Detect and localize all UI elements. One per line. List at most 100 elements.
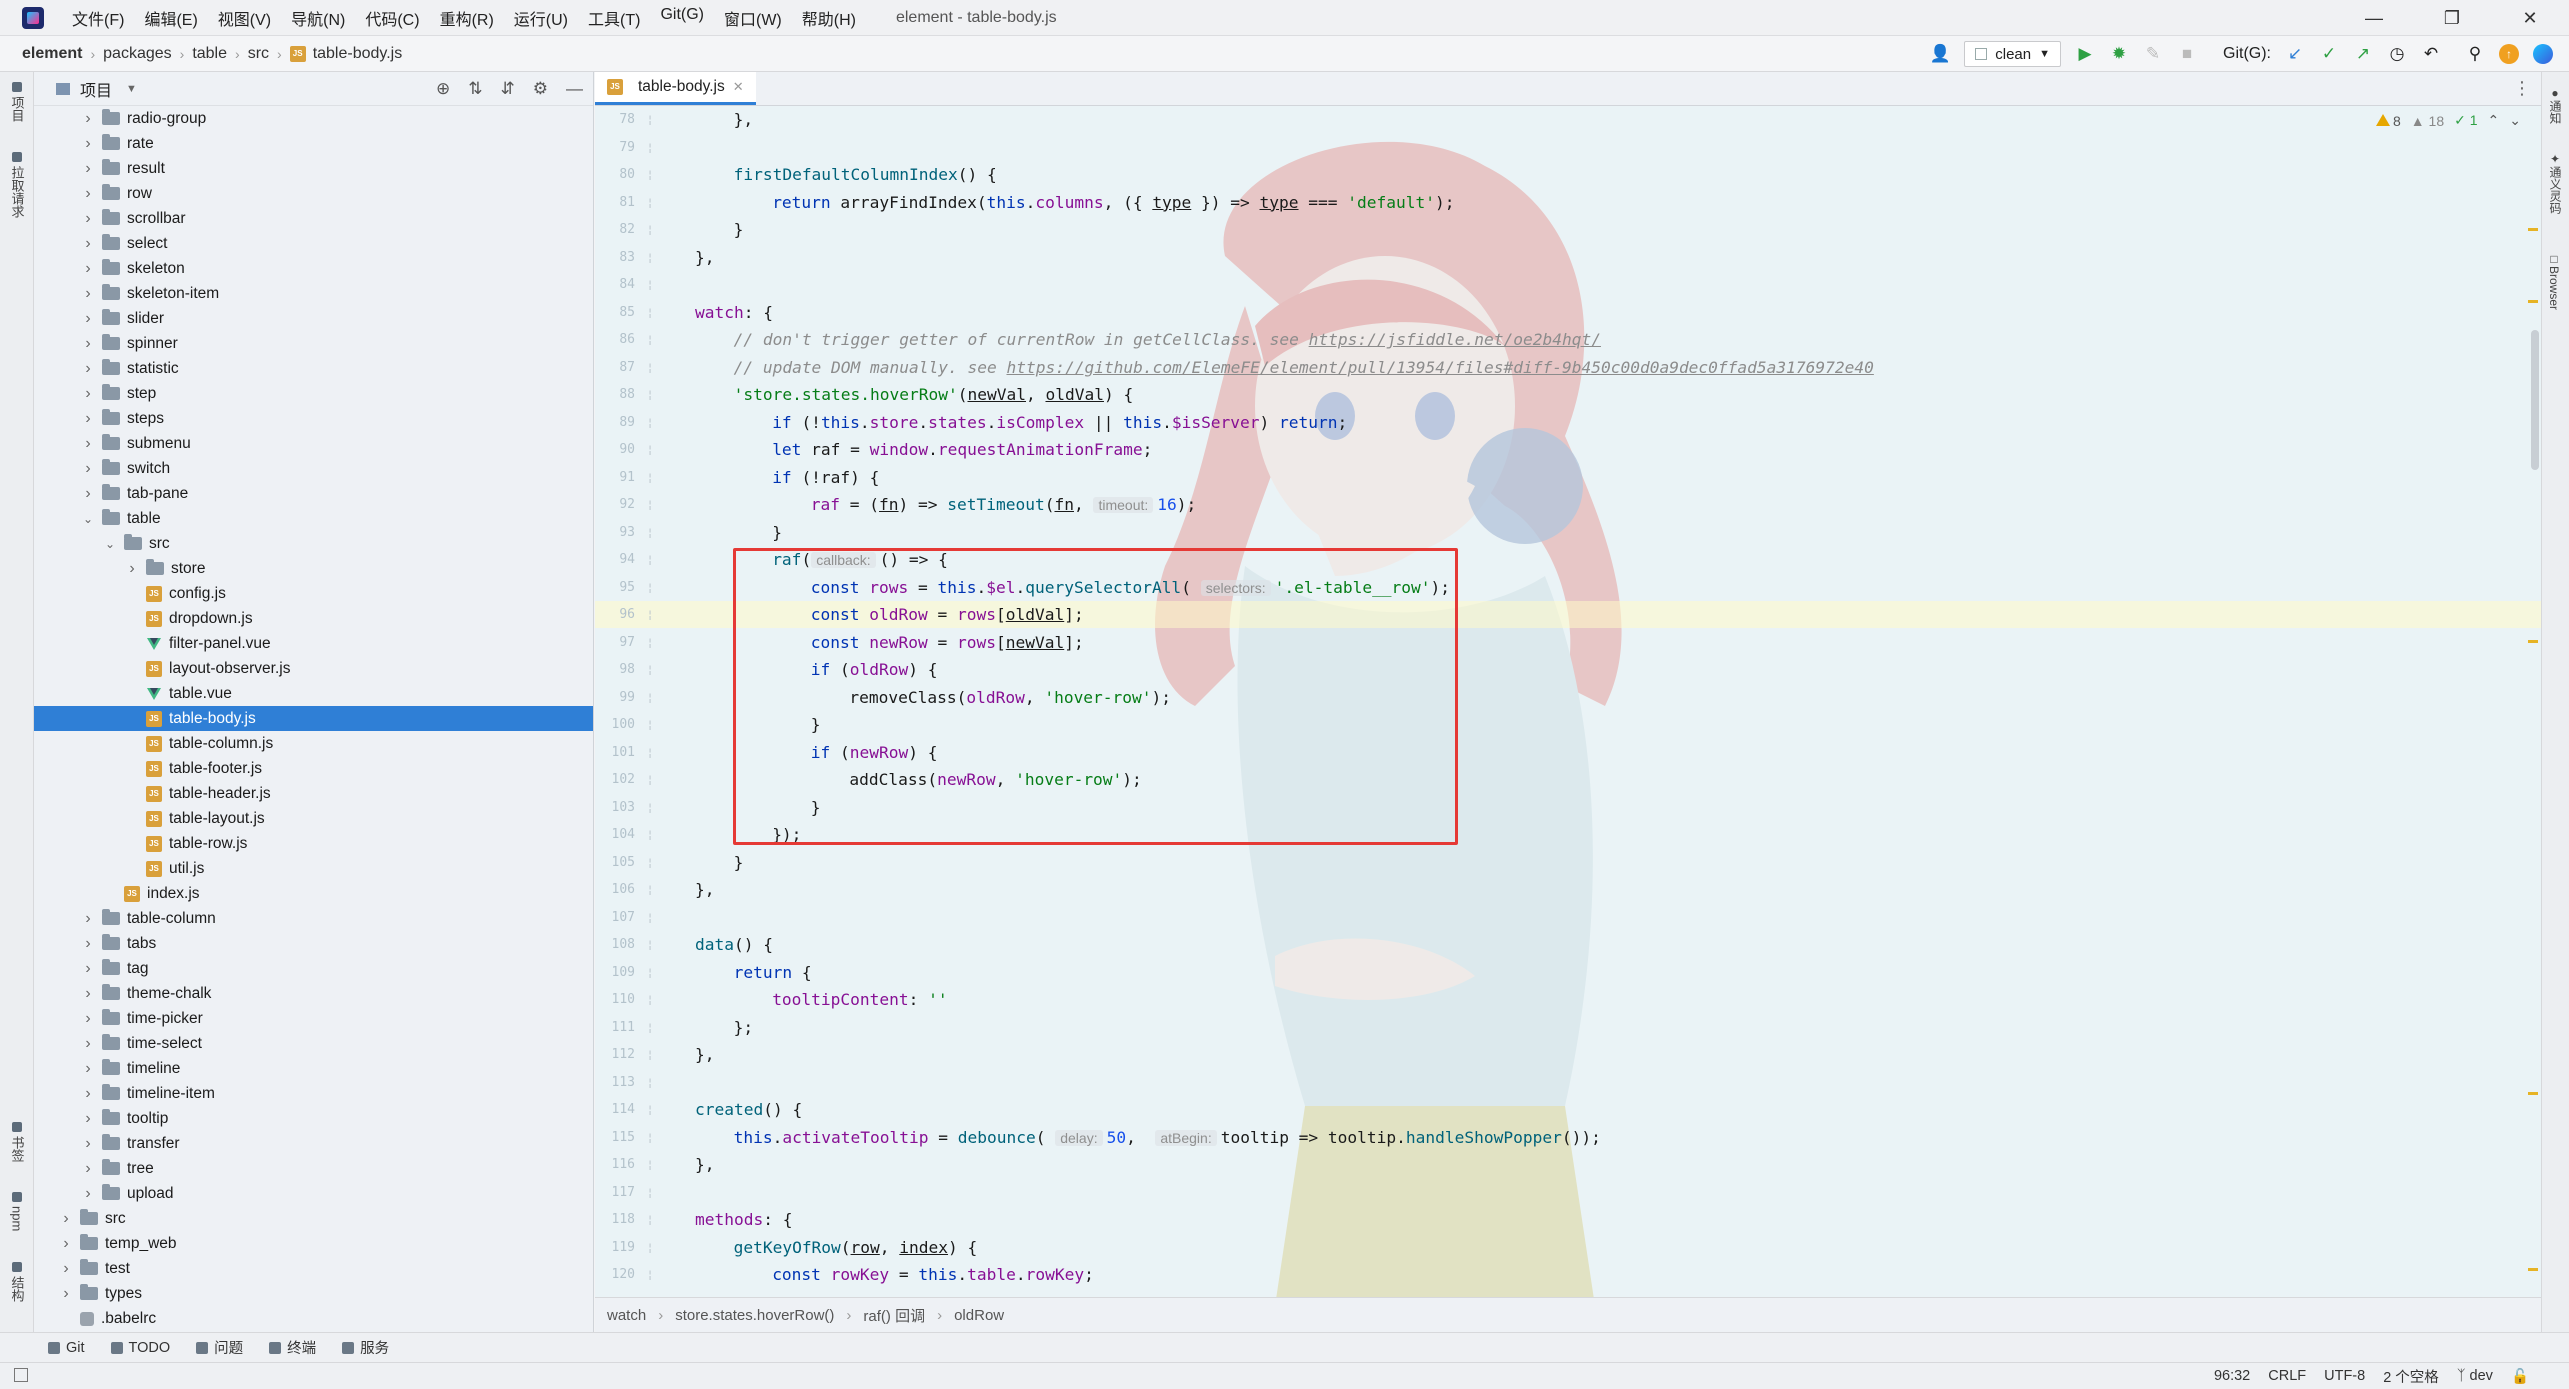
tree-item[interactable]: › upload	[34, 1181, 593, 1206]
project-tool-button[interactable]: 项目	[4, 82, 30, 122]
fold-gutter[interactable]: ¦	[635, 746, 665, 759]
bottom-tool-services[interactable]: 服务	[342, 1337, 389, 1358]
git-branch[interactable]: ᛉ dev	[2457, 1368, 2493, 1384]
fold-gutter[interactable]: ¦	[635, 416, 665, 429]
fold-gutter[interactable]: ¦	[635, 993, 665, 1006]
update-icon[interactable]: ↑	[2499, 44, 2519, 64]
close-tab-icon[interactable]: ✕	[733, 79, 744, 95]
fold-gutter[interactable]: ¦	[635, 223, 665, 236]
tree-item[interactable]: › step	[34, 381, 593, 406]
tree-item[interactable]: › row	[34, 181, 593, 206]
chevron-right-icon[interactable]: ›	[80, 1160, 96, 1178]
breadcrumb-item[interactable]: table	[192, 45, 227, 63]
line-number[interactable]: 98	[595, 662, 635, 677]
code-line[interactable]: 106 ¦},	[595, 876, 2541, 903]
fold-gutter[interactable]: ¦	[635, 168, 665, 181]
code-line[interactable]: 115 ¦ this.activateTooltip = debounce( del…	[595, 1124, 2541, 1151]
line-number[interactable]: 90	[595, 442, 635, 457]
fold-gutter[interactable]: ¦	[635, 443, 665, 456]
chevron-right-icon[interactable]: ›	[80, 1085, 96, 1103]
chevron-right-icon[interactable]: ›	[80, 285, 96, 303]
chevron-right-icon[interactable]: ›	[58, 1235, 74, 1253]
tree-item[interactable]: JS layout-observer.js	[34, 656, 593, 681]
error-stripe-mark[interactable]	[2528, 640, 2538, 643]
code-line[interactable]: 111 ¦};	[595, 1014, 2541, 1041]
line-number[interactable]: 107	[595, 910, 635, 925]
menu-item[interactable]: 运行(U)	[504, 6, 578, 30]
tree-item[interactable]: › tabs	[34, 931, 593, 956]
fold-gutter[interactable]: ¦	[635, 966, 665, 979]
code-line[interactable]: 109 ¦ return {	[595, 959, 2541, 986]
fold-gutter[interactable]: ¦	[635, 1048, 665, 1061]
editor-scrollbar[interactable]	[2531, 330, 2539, 470]
chevron-right-icon[interactable]: ›	[80, 1035, 96, 1053]
menu-item[interactable]: 工具(T)	[578, 6, 650, 30]
tree-item[interactable]: › src	[34, 1206, 593, 1231]
tree-item[interactable]: JS table-row.js	[34, 831, 593, 856]
chevron-right-icon[interactable]: ›	[58, 1285, 74, 1303]
line-number[interactable]: 115	[595, 1130, 635, 1145]
fold-gutter[interactable]: ¦	[635, 251, 665, 264]
git-commit-icon[interactable]: ✓	[2319, 44, 2339, 64]
menu-item[interactable]: 导航(N)	[281, 6, 355, 30]
tree-item[interactable]: › transfer	[34, 1131, 593, 1156]
line-number[interactable]: 113	[595, 1075, 635, 1090]
chevron-right-icon[interactable]: ›	[80, 360, 96, 378]
tree-item[interactable]: JS table-layout.js	[34, 806, 593, 831]
code-line[interactable]: 93 ¦}	[595, 519, 2541, 546]
notifications-tool-button[interactable]: ●通知	[2547, 86, 2564, 124]
fold-gutter[interactable]: ¦	[635, 196, 665, 209]
tree-item[interactable]: JS table-footer.js	[34, 756, 593, 781]
debug-icon[interactable]: ✹	[2109, 44, 2129, 64]
tree-item[interactable]: filter-panel.vue	[34, 631, 593, 656]
line-number[interactable]: 81	[595, 195, 635, 210]
line-number[interactable]: 106	[595, 882, 635, 897]
tree-item[interactable]: › store	[34, 556, 593, 581]
fold-gutter[interactable]: ¦	[635, 773, 665, 786]
fold-gutter[interactable]: ¦	[635, 1076, 665, 1089]
minimize-icon[interactable]: —	[2335, 0, 2413, 36]
tree-item[interactable]: › theme-chalk	[34, 981, 593, 1006]
chevron-right-icon[interactable]: ›	[124, 560, 140, 578]
gear-icon[interactable]: ⚙	[533, 79, 548, 99]
bottom-tool-terminal[interactable]: 终端	[269, 1337, 316, 1358]
layout-icon[interactable]	[14, 1368, 28, 1382]
chevron-right-icon[interactable]: ›	[58, 1210, 74, 1228]
bookmarks-tool-button[interactable]: 书签	[4, 1122, 30, 1162]
code-line[interactable]: 117 ¦	[595, 1179, 2541, 1206]
line-number[interactable]: 111	[595, 1020, 635, 1035]
tree-item[interactable]: › radio-group	[34, 106, 593, 131]
code-line[interactable]: 89 ¦ if (!this.store.states.isComplex || t…	[595, 409, 2541, 436]
line-number[interactable]: 99	[595, 690, 635, 705]
restore-icon[interactable]: ❐	[2413, 0, 2491, 36]
fold-gutter[interactable]: ¦	[635, 856, 665, 869]
locate-icon[interactable]: ⊕	[436, 79, 450, 99]
user-icon[interactable]: 👤	[1930, 44, 1951, 64]
ai-assistant-tool-button[interactable]: ✦通义灵码	[2547, 152, 2564, 214]
fold-gutter[interactable]: ¦	[635, 1103, 665, 1116]
line-number[interactable]: 120	[595, 1267, 635, 1282]
collapse-all-icon[interactable]: ⇵	[501, 79, 515, 99]
browser-tool-button[interactable]: □Browser	[2547, 252, 2561, 310]
code-line[interactable]: 88 ¦'store.states.hoverRow'(newVal, oldVa…	[595, 381, 2541, 408]
tab-table-body-js[interactable]: JS table-body.js ✕	[595, 72, 756, 105]
menu-item[interactable]: 视图(V)	[208, 6, 281, 30]
fold-gutter[interactable]: ¦	[635, 1268, 665, 1281]
line-number[interactable]: 85	[595, 305, 635, 320]
menu-item[interactable]: 编辑(E)	[134, 6, 207, 30]
code-line[interactable]: 110 ¦ tooltipContent: ''	[595, 986, 2541, 1013]
chevron-right-icon[interactable]: ›	[58, 1260, 74, 1278]
ide-logo-icon[interactable]	[2533, 44, 2553, 64]
code-line[interactable]: 105 ¦}	[595, 849, 2541, 876]
fold-gutter[interactable]: ¦	[635, 718, 665, 731]
error-stripe-mark[interactable]	[2528, 1092, 2538, 1095]
line-number[interactable]: 112	[595, 1047, 635, 1062]
menu-item[interactable]: 重构(R)	[430, 6, 504, 30]
line-number[interactable]: 105	[595, 855, 635, 870]
fold-gutter[interactable]: ¦	[635, 526, 665, 539]
chevron-right-icon[interactable]: ›	[80, 935, 96, 953]
line-number[interactable]: 118	[595, 1212, 635, 1227]
line-number[interactable]: 78	[595, 112, 635, 127]
chevron-right-icon[interactable]: ›	[80, 160, 96, 178]
line-number[interactable]: 102	[595, 772, 635, 787]
